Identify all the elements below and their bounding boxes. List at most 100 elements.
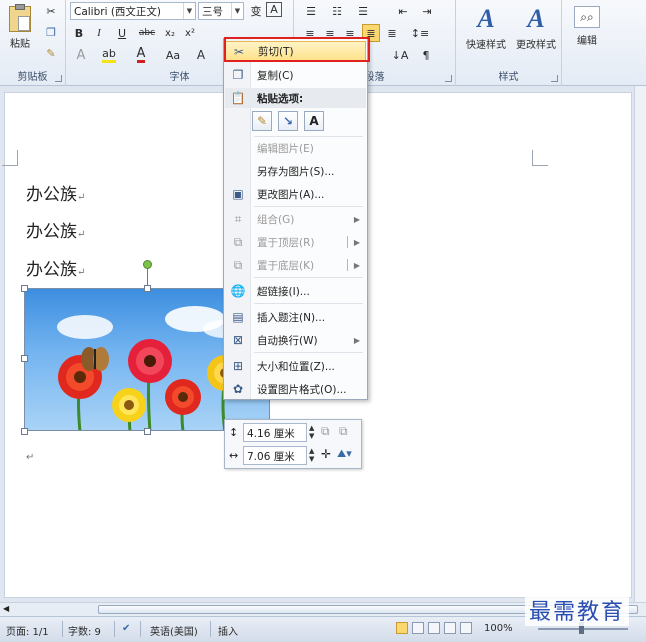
font-name-combo[interactable]: Calibri (西文正文) ▼ xyxy=(70,2,196,20)
crop-icon[interactable]: ✛ xyxy=(321,447,331,461)
insert-mode[interactable]: 插入 xyxy=(218,623,238,638)
distributed-button[interactable]: ≣ xyxy=(384,24,400,42)
resize-handle[interactable] xyxy=(144,428,151,435)
cut-highlight-box xyxy=(224,37,370,62)
menu-item-send-to-back[interactable]: ⧉ 置于底层(K) ▶ xyxy=(225,255,366,275)
text-effect-icon: A xyxy=(76,47,86,63)
paste-icon: 📋 xyxy=(230,91,246,105)
split-divider xyxy=(347,259,348,271)
paste-text-only-button[interactable]: A xyxy=(304,111,324,131)
phonetic-guide-button[interactable]: 变 xyxy=(249,2,263,20)
zoom-level[interactable]: 100% xyxy=(484,623,513,634)
menu-item-copy[interactable]: ❐ 复制(C) xyxy=(225,65,366,85)
paste-button[interactable]: 粘贴 xyxy=(4,4,36,50)
menu-item-bring-to-front[interactable]: ⧉ 置于顶层(R) ▶ xyxy=(225,232,366,252)
copy-button[interactable]: ❐ xyxy=(42,23,60,41)
font-size-value: 三号 xyxy=(202,6,223,18)
clipboard-launcher-icon[interactable] xyxy=(55,75,62,82)
menu-item-hyperlink[interactable]: 🌐 超链接(I)... xyxy=(225,281,366,301)
sort-button[interactable]: ↓A xyxy=(390,46,410,64)
height-spinner[interactable]: ▲ ▼ xyxy=(309,424,317,440)
paragraph-launcher-icon[interactable] xyxy=(445,75,452,82)
cut-button[interactable]: ✂ xyxy=(42,2,60,20)
submenu-arrow-icon: ▶ xyxy=(353,214,360,224)
print-layout-view-icon[interactable] xyxy=(396,622,408,634)
superscript-button[interactable]: x² xyxy=(182,24,198,42)
show-marks-button[interactable]: ¶ xyxy=(418,46,434,64)
italic-button[interactable]: I xyxy=(92,24,106,42)
width-spinner[interactable]: ▲ ▼ xyxy=(309,447,317,463)
send-backward-icon[interactable]: ⧉ xyxy=(339,424,348,439)
grow-font-button[interactable]: A xyxy=(194,46,208,64)
resize-handle[interactable] xyxy=(21,355,28,362)
menu-item-save-as-picture[interactable]: 另存为图片(S)... xyxy=(225,161,366,181)
menu-item-wrap-text[interactable]: ⊠ 自动换行(W) ▶ xyxy=(225,330,366,350)
change-case-button[interactable]: Aa xyxy=(162,46,184,64)
picture-styles-icon[interactable]: ⛰▾ xyxy=(337,447,352,461)
bring-forward-icon[interactable]: ⧉ xyxy=(321,424,330,439)
editing-button[interactable]: ⌕⌕ 编辑 xyxy=(570,4,604,47)
numbering-button[interactable]: ☷ xyxy=(328,2,346,20)
subscript-button[interactable]: x₂ xyxy=(162,24,178,42)
paste-merge-button[interactable]: ↘ xyxy=(278,111,298,131)
editing-group: ⌕⌕ 编辑 xyxy=(562,0,612,86)
styles-group: A 快速样式 A 更改样式 样式 xyxy=(456,0,562,86)
outline-view-icon[interactable] xyxy=(444,622,456,634)
resize-handle[interactable] xyxy=(21,285,28,292)
menu-item-edit-picture[interactable]: 编辑图片(E) xyxy=(225,138,366,158)
multilevel-list-button[interactable]: ☰ xyxy=(354,2,372,20)
styles-group-label: 样式 xyxy=(498,72,519,83)
margin-mark xyxy=(2,150,18,166)
highlight-button[interactable]: ab xyxy=(98,46,120,64)
full-screen-view-icon[interactable] xyxy=(412,622,424,634)
resize-handle[interactable] xyxy=(21,428,28,435)
font-size-combo[interactable]: 三号 ▼ xyxy=(198,2,244,20)
quick-styles-icon: A xyxy=(477,4,495,33)
bold-button[interactable]: B xyxy=(72,24,86,42)
document-line[interactable]: 办公族↵ xyxy=(26,217,85,242)
language[interactable]: 英语(美国) xyxy=(150,623,198,638)
text-effect-button[interactable]: A xyxy=(72,46,90,64)
menu-item-size-position[interactable]: ⊞ 大小和位置(Z)... xyxy=(225,356,366,376)
menu-item-change-picture[interactable]: ▣ 更改图片(A)... xyxy=(225,184,366,204)
menu-item-format-picture[interactable]: ✿ 设置图片格式(O)... xyxy=(225,379,366,399)
menu-item-group[interactable]: ⌗ 组合(G) ▶ xyxy=(225,209,366,229)
submenu-arrow-icon: ▶ xyxy=(353,237,360,247)
mini-toolbar: ↕ 4.16 厘米 ▲ ▼ ⧉ ⧉ ↔ 7.06 厘米 ▲ ▼ ✛ ⛰▾ xyxy=(224,419,362,469)
char-border-button[interactable]: A xyxy=(266,2,282,17)
proofing-icon[interactable]: ✔ xyxy=(122,623,130,634)
menu-separator xyxy=(254,136,363,137)
width-field[interactable]: 7.06 厘米 xyxy=(243,446,307,465)
copy-icon: ❐ xyxy=(232,68,244,82)
draft-view-icon[interactable] xyxy=(460,622,472,634)
document-line[interactable]: 办公族↵ xyxy=(26,180,85,205)
line-spacing-button[interactable]: ↕≡ xyxy=(410,24,430,42)
format-painter-button[interactable]: ✎ xyxy=(42,44,60,62)
menu-item-insert-caption[interactable]: ▤ 插入题注(N)... xyxy=(225,307,366,327)
binoculars-icon: ⌕⌕ xyxy=(574,6,600,28)
document-line[interactable]: 办公族↵ xyxy=(26,255,85,280)
styles-launcher-icon[interactable] xyxy=(551,75,558,82)
vertical-scrollbar[interactable] xyxy=(634,86,646,602)
web-layout-view-icon[interactable] xyxy=(428,622,440,634)
decrease-indent-button[interactable]: ⇤ xyxy=(394,2,412,20)
font-color-button[interactable]: A xyxy=(132,46,150,64)
wrap-text-icon: ⊠ xyxy=(232,333,244,347)
rotation-handle[interactable] xyxy=(143,260,152,269)
paste-keep-source-button[interactable]: ✎ xyxy=(252,111,272,131)
bullets-button[interactable]: ☰ xyxy=(302,2,320,20)
quick-styles-button[interactable]: A 快速样式 xyxy=(460,4,512,51)
increase-indent-button[interactable]: ⇥ xyxy=(418,2,436,20)
height-icon: ↕ xyxy=(229,426,239,439)
page-count[interactable]: 页面: 1/1 xyxy=(6,623,49,638)
underline-button[interactable]: U xyxy=(112,24,132,42)
menu-separator xyxy=(254,206,363,207)
resize-handle[interactable] xyxy=(144,285,151,292)
change-styles-button[interactable]: A 更改样式 xyxy=(510,4,562,51)
scroll-left-icon[interactable]: ◀ xyxy=(3,604,9,613)
height-field[interactable]: 4.16 厘米 xyxy=(243,423,307,442)
menu-item-label: 自动换行(W) xyxy=(257,334,318,347)
menu-item-label: 置于底层(K) xyxy=(257,259,315,272)
strikethrough-button[interactable]: abc xyxy=(136,24,158,42)
word-count[interactable]: 字数: 9 xyxy=(68,623,101,638)
